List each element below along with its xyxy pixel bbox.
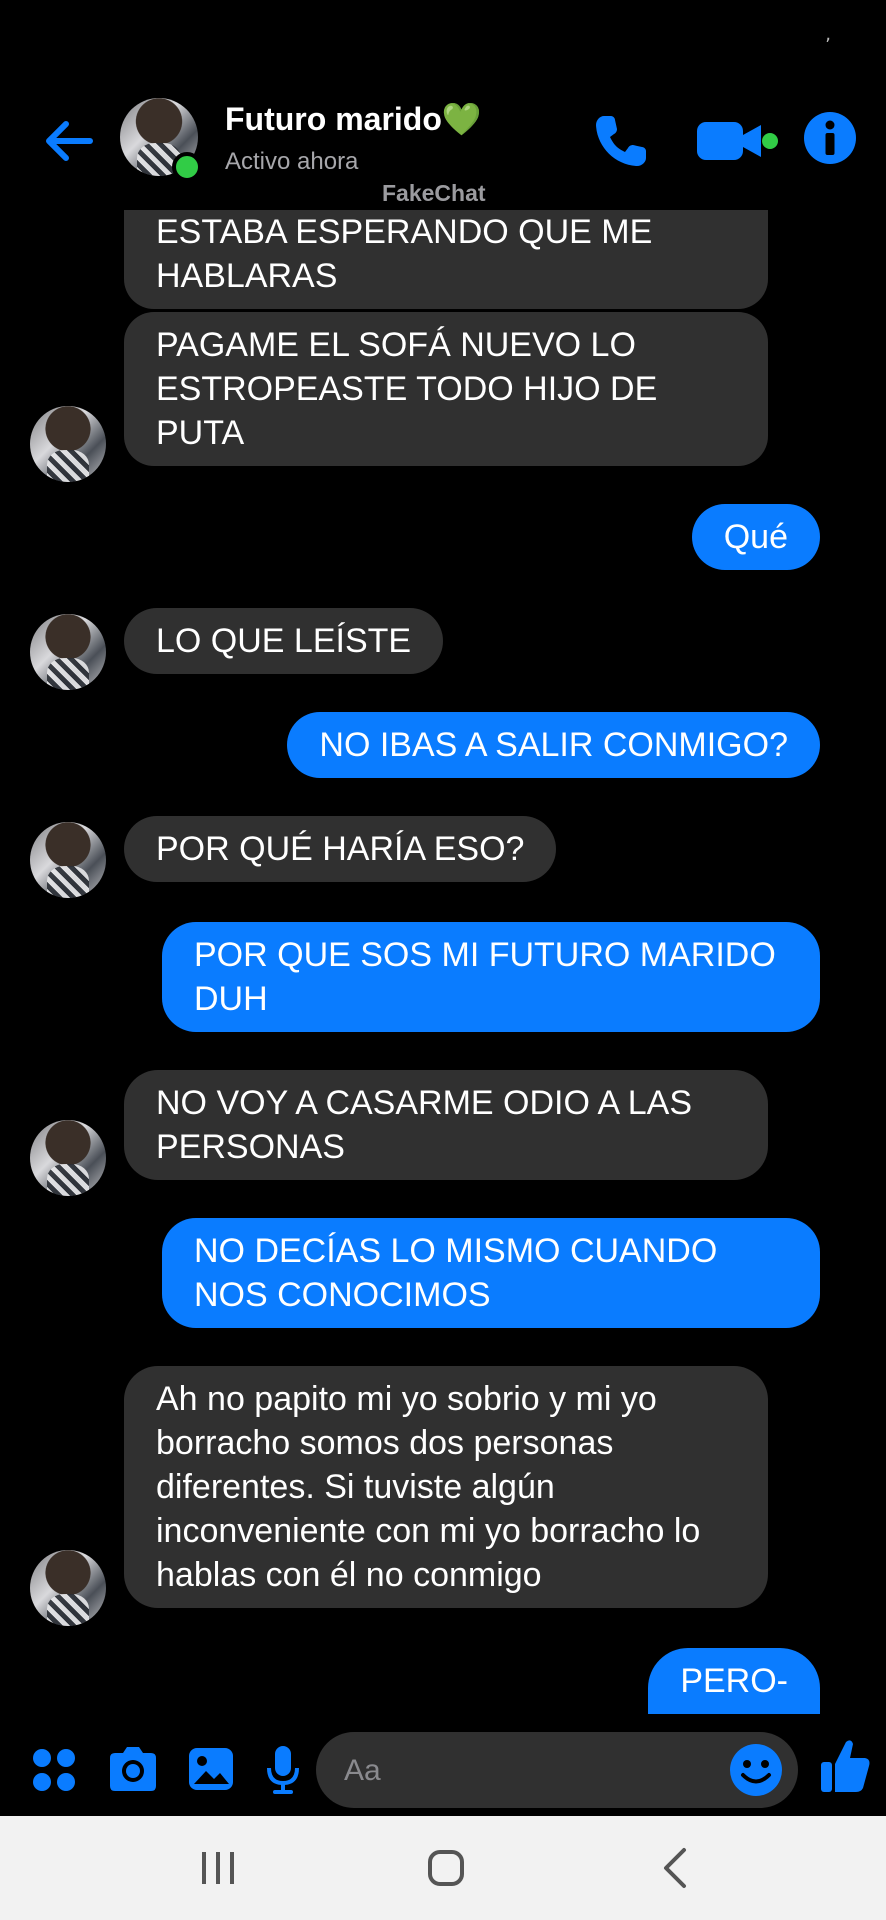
system-navigation-bar (0, 1816, 886, 1920)
video-camera-icon[interactable] (695, 116, 785, 166)
outgoing-message[interactable]: POR QUE SOS MI FUTURO MARIDO DUH (162, 922, 820, 1032)
home-icon[interactable] (418, 1842, 474, 1894)
outgoing-message[interactable]: PERO- (648, 1648, 820, 1714)
phone-icon[interactable] (590, 110, 652, 172)
back-arrow-icon[interactable] (40, 112, 98, 170)
status-mark: , (825, 24, 831, 45)
incoming-message[interactable]: NO VOY A CASARME ODIO A LAS PERSONAS (124, 1070, 768, 1180)
incoming-message[interactable]: Ah no papito mi yo sobrio y mi yo borrac… (124, 1366, 768, 1608)
microphone-icon[interactable] (264, 1742, 302, 1796)
sender-avatar (30, 822, 106, 898)
outgoing-message[interactable]: NO DECÍAS LO MISMO CUANDO NOS CONOCIMOS (162, 1218, 820, 1328)
apps-grid-icon[interactable] (30, 1742, 78, 1796)
outgoing-message[interactable]: NO IBAS A SALIR CONMIGO? (287, 712, 820, 778)
camera-icon[interactable] (106, 1742, 160, 1796)
sender-avatar (30, 1550, 106, 1626)
outgoing-message[interactable]: Qué (691, 504, 820, 570)
sender-avatar (30, 1120, 106, 1196)
composer-bar (0, 1722, 886, 1814)
sender-avatar (30, 406, 106, 482)
incoming-message[interactable]: ESTABA ESPERANDO QUE ME HABLARAS (124, 210, 768, 309)
incoming-message[interactable]: PAGAME EL SOFÁ NUEVO LO ESTROPEASTE TODO… (124, 312, 768, 466)
contact-name[interactable]: Futuro marido💚 (225, 100, 482, 138)
message-list[interactable]: ESTABA ESPERANDO QUE ME HABLARAS PAGAME … (0, 210, 886, 1720)
chat-header: Futuro marido💚 Activo ahora FakeChat (0, 90, 886, 210)
incoming-message[interactable]: LO QUE LEÍSTE (124, 608, 444, 674)
sender-avatar (30, 614, 106, 690)
contact-status: Activo ahora (225, 148, 359, 175)
back-icon[interactable] (648, 1842, 704, 1894)
online-indicator (172, 152, 202, 182)
recent-apps-icon[interactable] (190, 1842, 246, 1894)
image-icon[interactable] (186, 1742, 236, 1796)
info-icon[interactable] (802, 110, 858, 166)
thumbs-up-icon[interactable] (818, 1734, 872, 1796)
emoji-icon[interactable] (728, 1742, 784, 1798)
message-input[interactable] (342, 1732, 706, 1810)
incoming-message[interactable]: POR QUÉ HARÍA ESO? (124, 816, 557, 882)
watermark: FakeChat (382, 180, 486, 206)
message-input-container (316, 1732, 798, 1810)
status-bar: , (0, 0, 886, 90)
